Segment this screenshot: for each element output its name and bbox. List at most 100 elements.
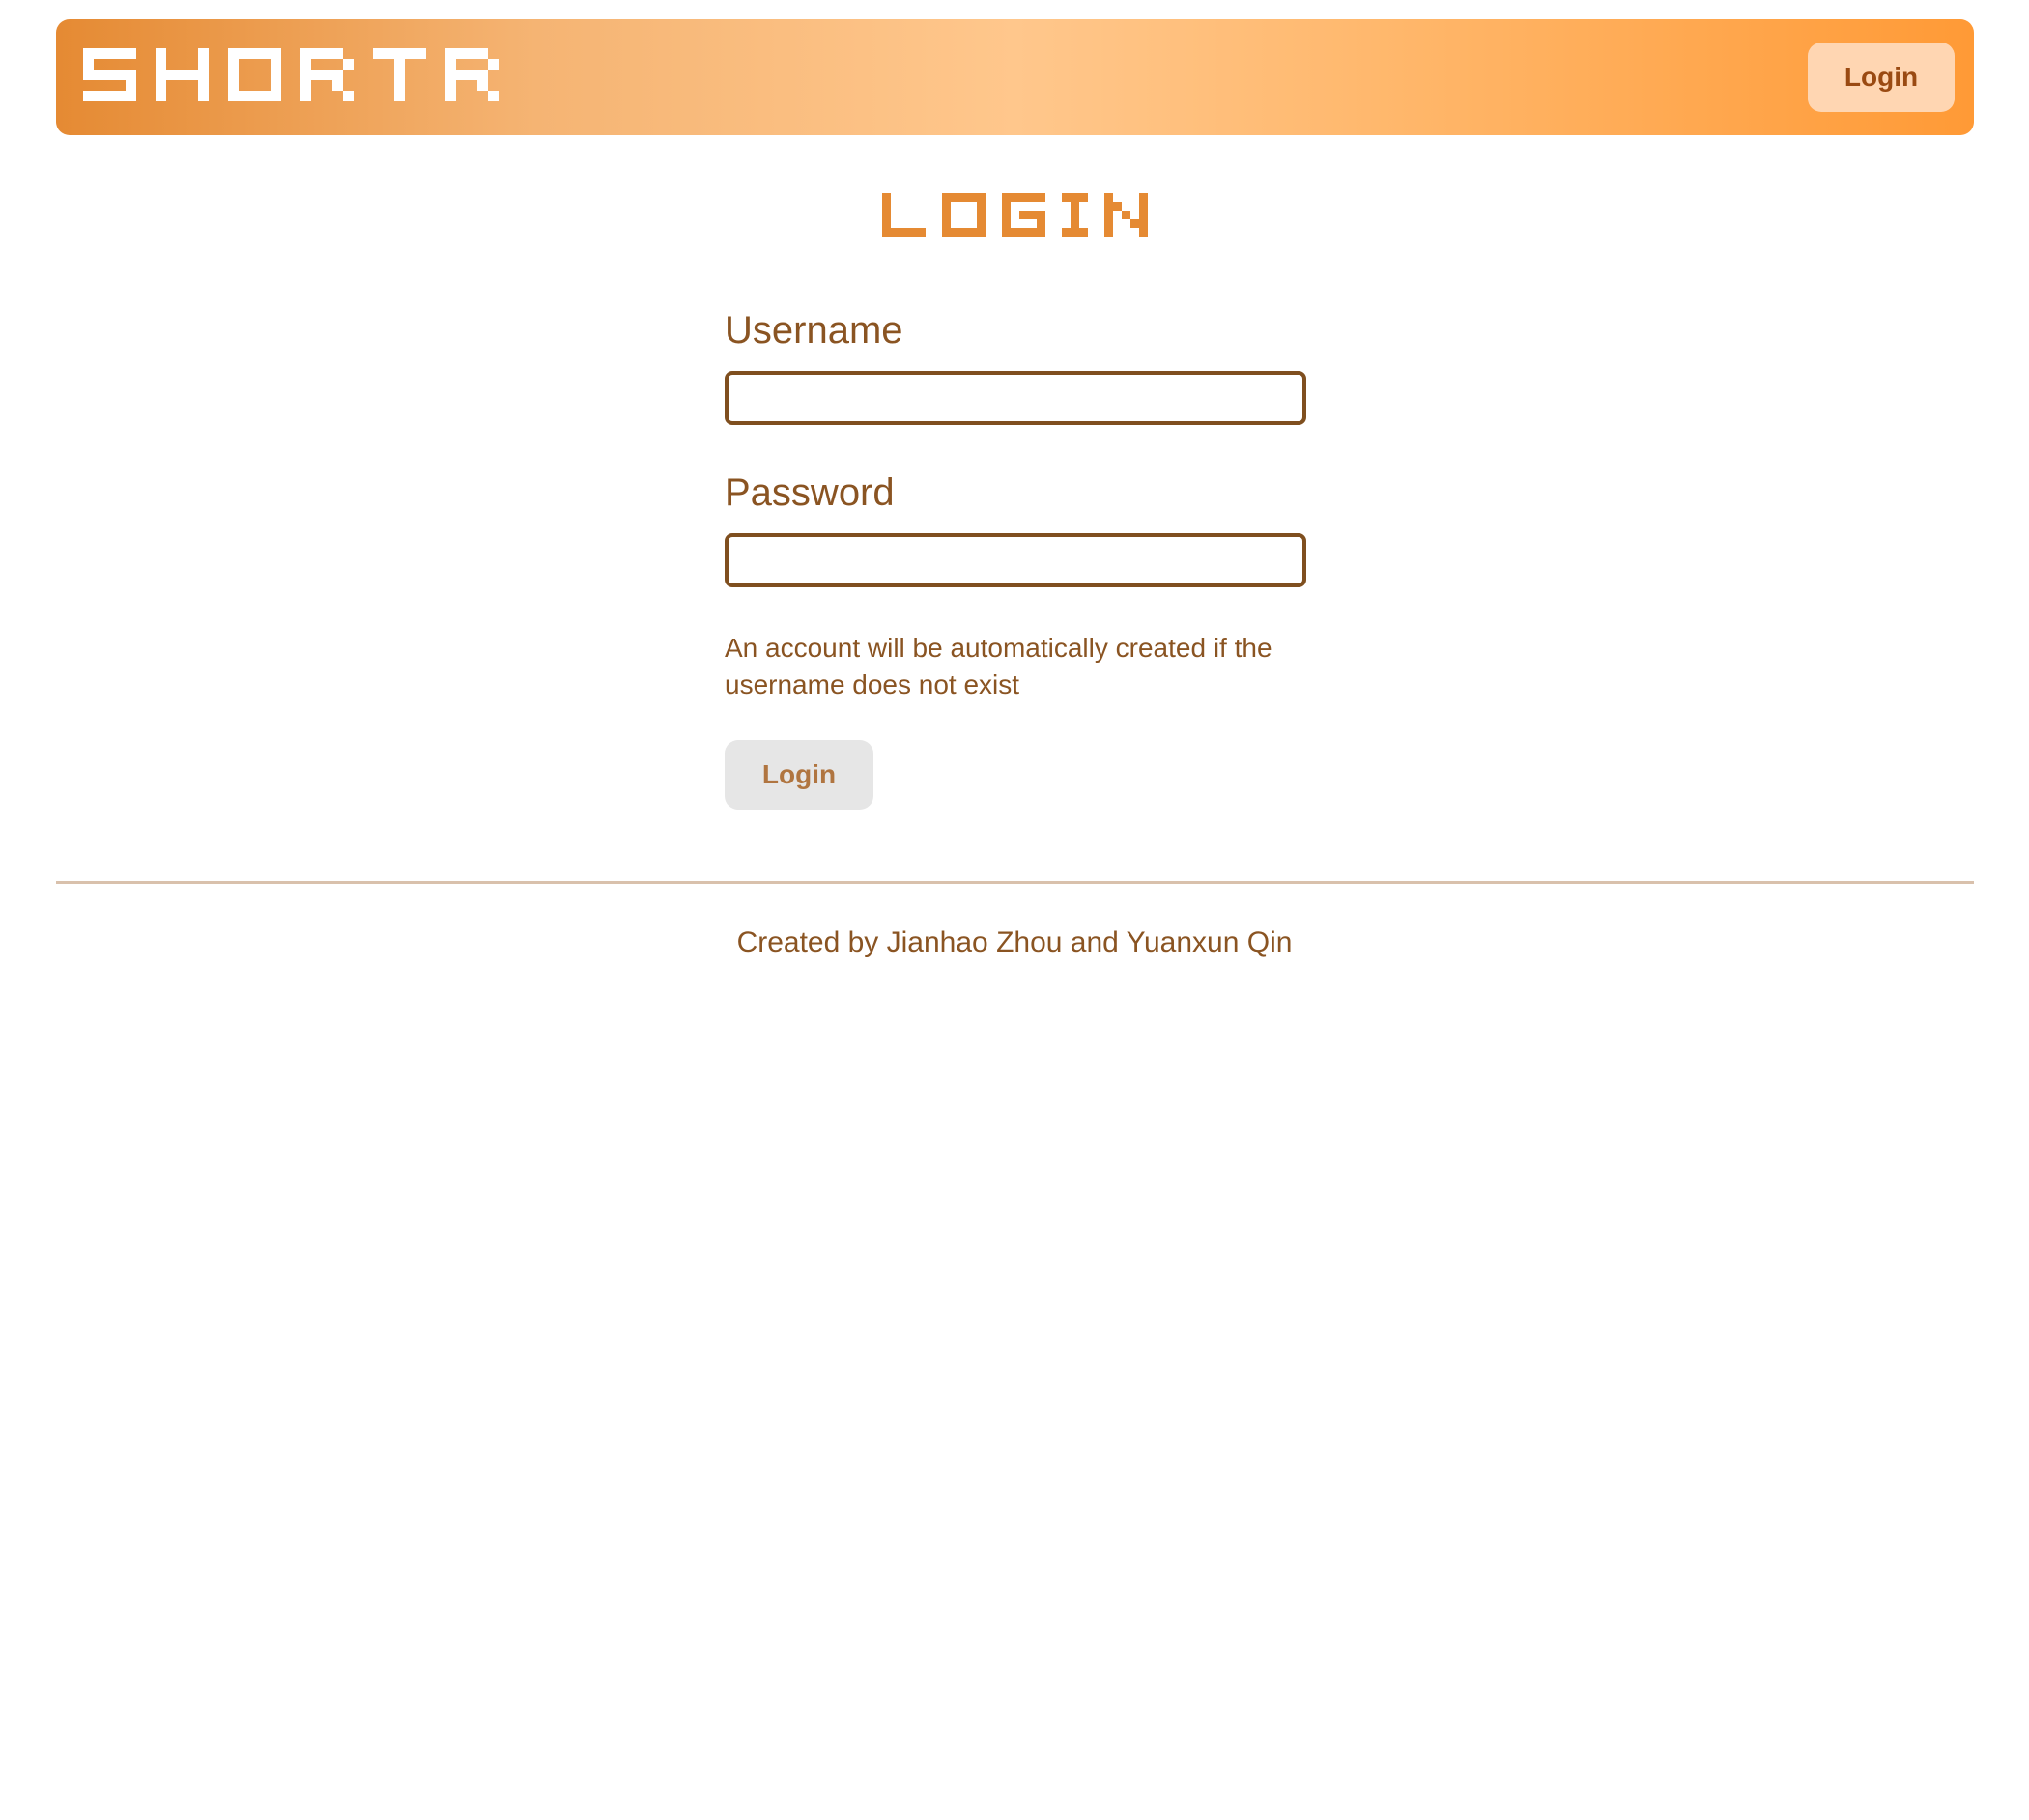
logo-pixel xyxy=(467,48,477,59)
password-label: Password xyxy=(725,471,895,514)
logo-pixel xyxy=(187,70,198,80)
logo-pixel xyxy=(394,48,405,59)
title-pixel xyxy=(1070,211,1079,219)
footer-credit: Created by Jianhao Zhou and Yuanxun Qin xyxy=(736,926,1293,958)
title-pixel xyxy=(1129,219,1139,228)
logo-pixel xyxy=(239,48,249,59)
logo-pixel xyxy=(126,91,136,101)
logo-pixel xyxy=(156,91,166,101)
title-pixel xyxy=(976,219,986,228)
logo-pixel xyxy=(198,48,209,59)
title-pixel xyxy=(941,219,951,228)
title-pixel xyxy=(1070,228,1079,237)
logo-pixel xyxy=(104,48,115,59)
logo-pixel xyxy=(332,80,343,91)
logo-pixel xyxy=(249,48,260,59)
title-pixel xyxy=(1018,193,1028,202)
title-pixel xyxy=(881,211,891,219)
title-pixel xyxy=(1078,193,1088,202)
logo-pixel xyxy=(271,70,281,80)
logo-pixel xyxy=(104,70,115,80)
logo-pixel xyxy=(156,80,166,91)
logo-pixel xyxy=(394,91,405,101)
page-title-wordmark xyxy=(881,193,1148,237)
logo[interactable] xyxy=(83,48,499,102)
title-pixel xyxy=(1121,211,1130,219)
title-pixel xyxy=(958,228,968,237)
logo-pixel xyxy=(198,91,209,101)
logo-pixel xyxy=(445,91,456,101)
title-pixel xyxy=(881,219,891,228)
logo-pixel xyxy=(394,80,405,91)
title-pixel xyxy=(976,211,986,219)
title-pixel xyxy=(941,211,951,219)
logo-pixel xyxy=(83,70,94,80)
logo-pixel xyxy=(260,48,271,59)
logo-pixel xyxy=(271,48,281,59)
password-input[interactable] xyxy=(725,533,1306,587)
logo-pixel xyxy=(415,48,426,59)
logo-pixel xyxy=(83,59,94,70)
logo-pixel xyxy=(445,70,456,80)
title-pixel xyxy=(1010,228,1019,237)
title-pixel xyxy=(907,228,917,237)
logo-pixel xyxy=(83,48,94,59)
title-pixel xyxy=(941,193,951,202)
logo-pixel xyxy=(166,70,177,80)
title-pixel xyxy=(1138,211,1148,219)
title-pixel xyxy=(941,228,951,237)
title-pixel xyxy=(941,202,951,211)
logo-pixel xyxy=(228,80,239,91)
title-pixel xyxy=(1027,211,1037,219)
logo-pixel xyxy=(456,70,467,80)
title-pixel xyxy=(976,193,986,202)
logo-pixel xyxy=(228,91,239,101)
username-label: Username xyxy=(725,309,903,352)
title-pixel xyxy=(1036,211,1045,219)
logo-pixel xyxy=(405,48,415,59)
logo-pixel xyxy=(228,70,239,80)
title-pixel xyxy=(1001,202,1011,211)
title-pixel xyxy=(1103,228,1113,237)
title-pixel xyxy=(1036,193,1045,202)
page-title xyxy=(0,193,2029,243)
logo-pixel xyxy=(271,59,281,70)
title-pixel xyxy=(1061,228,1071,237)
logo-pixel xyxy=(198,59,209,70)
username-input[interactable] xyxy=(725,371,1306,425)
logo-pixel xyxy=(156,48,166,59)
title-pixel xyxy=(1138,202,1148,211)
logo-pixel xyxy=(115,70,126,80)
logo-pixel xyxy=(477,80,488,91)
title-pixel xyxy=(899,228,908,237)
title-pixel xyxy=(1001,228,1011,237)
title-pixel xyxy=(976,202,986,211)
logo-pixel xyxy=(126,48,136,59)
title-pixel xyxy=(1138,228,1148,237)
logo-pixel xyxy=(394,59,405,70)
logo-pixel xyxy=(198,80,209,91)
title-pixel xyxy=(1027,228,1037,237)
title-pixel xyxy=(1018,211,1028,219)
footer-divider xyxy=(56,881,1974,884)
title-pixel xyxy=(1036,219,1045,228)
login-submit-button[interactable]: Login xyxy=(725,740,873,810)
logo-pixel xyxy=(384,48,394,59)
logo-pixel xyxy=(156,59,166,70)
logo-pixel xyxy=(228,48,239,59)
logo-pixel xyxy=(445,80,456,91)
login-form: Username Password An account will be aut… xyxy=(725,307,1306,810)
logo-pixel xyxy=(271,91,281,101)
title-pixel xyxy=(890,228,900,237)
logo-pixel xyxy=(271,80,281,91)
logo-pixel xyxy=(300,91,311,101)
logo-pixel xyxy=(343,91,354,101)
logo-pixel xyxy=(311,70,322,80)
logo-pixel xyxy=(322,70,332,80)
title-pixel xyxy=(1001,219,1011,228)
logo-pixel xyxy=(94,91,104,101)
logo-pixel xyxy=(332,48,343,59)
header-login-button[interactable]: Login xyxy=(1808,43,1955,112)
title-pixel xyxy=(881,228,891,237)
title-pixel xyxy=(958,193,968,202)
